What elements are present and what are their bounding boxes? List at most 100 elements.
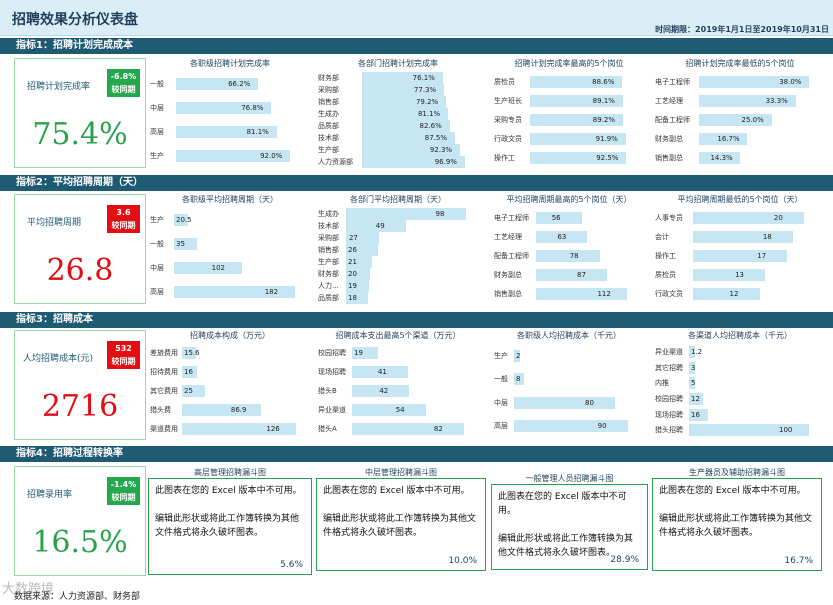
bar-row: 行政文员 91.9%	[494, 133, 644, 147]
bar-value-label: 90	[597, 422, 607, 431]
badge-text: 较同期	[111, 221, 136, 230]
bar-row: 现场招聘 41	[318, 366, 478, 380]
kpi-value: 16.5%	[32, 525, 128, 560]
bar-label: 高层	[494, 422, 508, 431]
funnel-placeholder-text: 此图表在您的 Excel 版本中不可用。 编辑此形状或将此工作簿转换为其他文件格…	[659, 486, 813, 538]
bar	[514, 396, 616, 409]
bar-row: 行政文员 12	[655, 288, 825, 302]
funnel-chart-middle: 中层管理招聘漏斗图 此图表在您的 Excel 版本中不可用。 编辑此形状或将此工…	[316, 468, 486, 571]
bar-label: 差旅费用	[150, 349, 178, 358]
bar-label: 电子工程师	[494, 213, 529, 222]
bar-row: 内推 5	[655, 377, 825, 391]
bar-value-label: 20	[348, 270, 357, 278]
kpi-badge: 3.6 较同期	[107, 205, 140, 233]
bar-label: 内推	[655, 379, 669, 388]
bar-row: 招待费用 16	[150, 366, 310, 380]
funnel-chart-general: 一般管理人员招聘漏斗图 此图表在您的 Excel 版本中不可用。 编辑此形状或将…	[491, 474, 648, 570]
badge-value: -6.8%	[110, 72, 137, 81]
bar-label: 工艺经理	[494, 232, 522, 241]
chart-title: 招聘计划完成率最低的5个岗位	[685, 59, 795, 68]
bar-row: 质检员 13	[655, 269, 825, 283]
bar-row: 异业渠道 1.2	[655, 345, 825, 360]
bar-label: 技术部	[318, 222, 339, 230]
bar-value-label: 25.0%	[741, 116, 764, 124]
bar-value-label: 76.1%	[412, 74, 435, 82]
bar-value-label: 21	[348, 258, 357, 266]
badge-text: 较同期	[111, 357, 136, 366]
bar-row: 销售副总 14.3%	[655, 152, 825, 166]
bar-row: 现场招聘 16	[655, 408, 825, 423]
chart-title: 各部门平均招聘周期（天）	[350, 195, 446, 204]
bar-row: 高层 90	[494, 420, 644, 434]
bar-label: 猎头A	[318, 424, 337, 433]
bar-value-label: 82	[433, 424, 443, 433]
bar-label: 质检员	[655, 271, 676, 280]
bar-row: 生产班长 89.1%	[494, 94, 644, 109]
kpi-card-recruit-cost: 人均招聘成本(元) 532 较同期 2716	[14, 330, 146, 440]
bar-value-label: 79.2%	[415, 98, 439, 106]
bar-value-label: 35	[176, 240, 185, 248]
bar-row: 工艺经理 63	[494, 230, 644, 245]
bar-value-label: 14.3%	[710, 154, 733, 163]
bar-value-label: 102	[211, 264, 226, 272]
bar-row: 异业渠道 54	[318, 403, 478, 418]
bar-row: 品质部 18	[318, 292, 478, 306]
bar	[352, 403, 426, 416]
bar-label: 异业渠道	[318, 405, 346, 414]
bar-label: 财务部	[318, 74, 339, 82]
kpi-card-hire-rate: 招聘录用率 -1.4% 较同期 16.5%	[14, 466, 146, 576]
chart-title: 招聘计划完成率最高的5个岗位	[514, 59, 624, 68]
bar-label: 招待费用	[150, 368, 178, 377]
funnel-title: 高层管理招聘漏斗图	[194, 468, 266, 477]
bar	[693, 230, 793, 243]
bar-label: 猎头招聘	[655, 426, 683, 435]
bar	[174, 262, 242, 274]
bar-value-label: 98	[435, 210, 445, 218]
bar-label: 中层	[150, 264, 164, 272]
chart-title: 各职级招聘计划完成率	[190, 59, 270, 68]
bar-chart-panel: 招聘计划完成率最低的5个岗位 电子工程师 38.0% 工艺经理 33.3% 配备工程师 25…	[655, 58, 825, 170]
bar	[693, 211, 804, 224]
bar-label: 销售部	[318, 246, 339, 254]
bar-label: 会计	[655, 232, 669, 241]
kpi-card-plan-completion: 招聘计划完成率 -6.8% 较同期 75.4%	[14, 58, 146, 168]
bar-label: 操作工	[494, 154, 515, 163]
bar-label: 采购专员	[494, 116, 522, 124]
bar-row: 一般 8	[494, 373, 644, 387]
chart-title: 平均招聘周期最低的5个岗位（天）	[677, 195, 803, 204]
bar-row: 猎头招聘 100	[655, 424, 825, 438]
bar-chart-panel: 招聘成本构成（万元） 差旅费用 15.6 招待费用 16 其它费用 25 猎头费 86.9 渠道费…	[150, 330, 310, 440]
bar-value-label: 82.6%	[419, 122, 442, 130]
chart-title: 招聘成本支出最高5个渠道（万元）	[335, 331, 461, 340]
bar-row: 一般 66.2%	[150, 78, 310, 92]
bar	[693, 250, 788, 262]
bar-label: 品质部	[318, 294, 339, 302]
bar	[352, 422, 464, 435]
bar-row: 高层 81.1%	[150, 126, 310, 140]
bar-label: 渠道费用	[150, 424, 178, 433]
bar-chart-panel: 各渠道人均招聘成本（千元） 异业渠道 1.2 其它招聘 3 内推 5 校园招聘 12 现场招聘 16…	[655, 330, 825, 440]
bar-chart-panel: 各职级平均招聘周期（天） 生产 20.5 一般 35 中层 102 高层 182	[150, 194, 310, 306]
bar-row: 人力资源部 96.9%	[318, 156, 478, 170]
bar-chart-panel: 平均招聘周期最高的5个岗位（天） 电子工程师 56 工艺经理 63 配备工程师 78 财务副总…	[494, 194, 644, 306]
bar-label: 校园招聘	[318, 349, 346, 358]
bar-row: 猎头A 82	[318, 422, 478, 437]
badge-value: 3.6	[116, 208, 131, 217]
bar-row: 高层 182	[150, 286, 310, 300]
bar-value-label: 19	[348, 282, 357, 290]
bar-label: 生产部	[318, 146, 339, 154]
kpi-badge: -1.4% 较同期	[107, 477, 140, 505]
bar-value-label: 38.0%	[779, 77, 802, 86]
bar-value-label: 88.6%	[592, 77, 615, 86]
bar-label: 财务副总	[494, 271, 522, 280]
bar-row: 校园招聘 19	[318, 347, 478, 361]
bar-label: 一般	[150, 80, 164, 88]
bar-value-label: 20.5	[176, 216, 192, 224]
bar-value-label: 1.2	[691, 347, 703, 356]
bar-label: 异业渠道	[655, 347, 683, 356]
bar-label: 技术部	[318, 134, 339, 142]
bar-label: 中层	[150, 104, 164, 112]
bar-label: 电子工程师	[655, 77, 690, 86]
badge-text: 较同期	[111, 493, 136, 502]
bar-value-label: 54	[395, 405, 405, 414]
